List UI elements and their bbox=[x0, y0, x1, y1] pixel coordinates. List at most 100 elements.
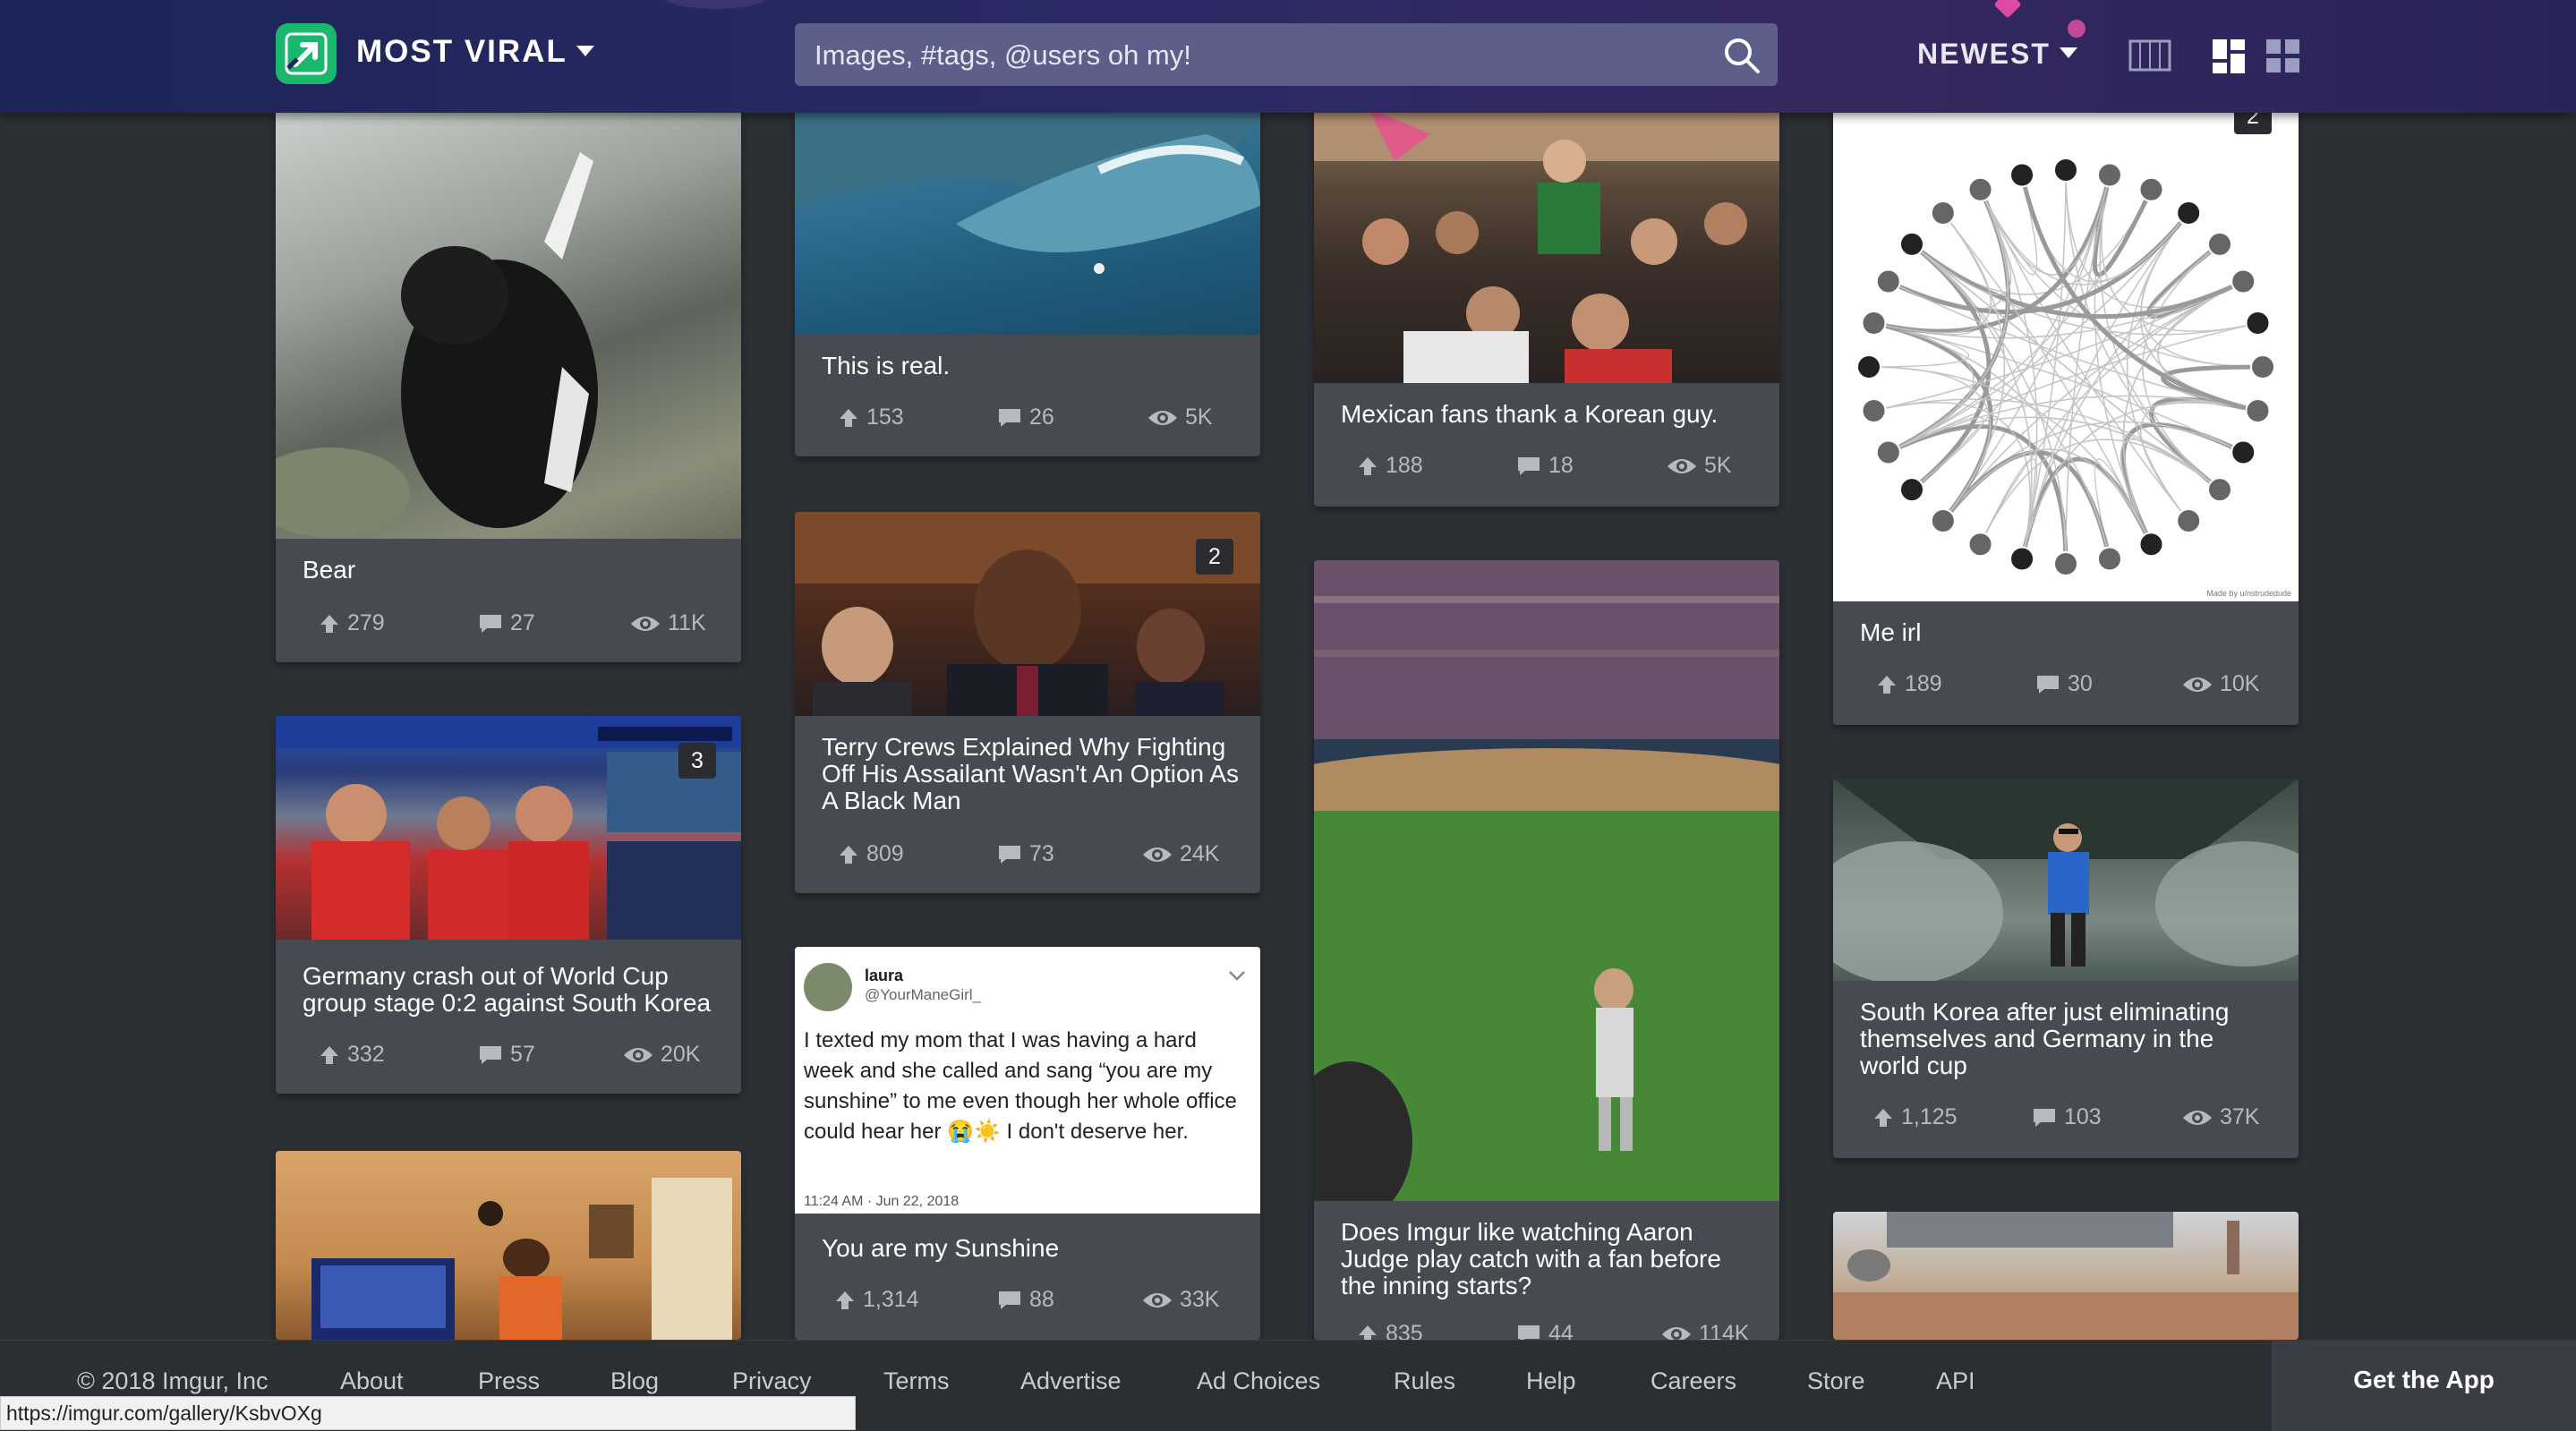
sort-dropdown[interactable]: NEWEST bbox=[1917, 38, 2077, 71]
post-card[interactable]: 3 Germany crash out of World Cup group s… bbox=[276, 716, 741, 1094]
upvote-stat[interactable]: 1,125 bbox=[1872, 1104, 1958, 1130]
imgur-logo[interactable] bbox=[276, 23, 337, 84]
tweet-handle: @YourManeGirl_ bbox=[865, 986, 982, 1003]
post-card[interactable]: laura @YourManeGirl_ I texted my mom tha… bbox=[795, 947, 1260, 1340]
chevron-down-icon bbox=[1229, 971, 1245, 981]
comment-count: 27 bbox=[510, 610, 535, 635]
post-title[interactable]: Me irl bbox=[1860, 619, 2277, 646]
search-input[interactable] bbox=[813, 23, 1676, 88]
network-node-avatar bbox=[1898, 231, 1924, 257]
section-title: MOST VIRAL bbox=[356, 34, 567, 69]
post-title[interactable]: Germany crash out of World Cup group sta… bbox=[303, 963, 720, 1017]
post-title[interactable]: Mexican fans thank a Korean guy. bbox=[1341, 401, 1758, 428]
post-thumbnail[interactable] bbox=[795, 512, 1260, 716]
footer-link-store[interactable]: Store bbox=[1807, 1367, 1865, 1395]
network-node-avatar bbox=[1930, 508, 1956, 534]
post-title[interactable]: You are my Sunshine bbox=[822, 1235, 1239, 1262]
post-stats: 188 18 5K bbox=[1314, 453, 1779, 485]
post-thumbnail[interactable] bbox=[1314, 560, 1779, 1201]
network-edge bbox=[1979, 175, 2111, 276]
post-card[interactable] bbox=[1833, 1212, 2299, 1340]
network-edge bbox=[1979, 280, 2244, 545]
post-title[interactable]: Bear bbox=[303, 557, 720, 583]
post-stats: 1,314 88 33K bbox=[795, 1287, 1260, 1319]
view-waterfall-icon[interactable] bbox=[2213, 39, 2247, 73]
upvote-arrow-icon bbox=[320, 1045, 338, 1064]
view-count: 11K bbox=[668, 610, 706, 635]
upvote-stat[interactable]: 189 bbox=[1876, 671, 1942, 697]
footer-link-advertise[interactable]: Advertise bbox=[1020, 1367, 1122, 1395]
post-card[interactable]: South Korea after just eliminating thems… bbox=[1833, 779, 2299, 1158]
bear-image bbox=[276, 152, 598, 537]
network-node-avatar bbox=[2231, 439, 2256, 465]
view-count: 5K bbox=[1185, 405, 1213, 430]
footer-link-ad-choices[interactable]: Ad Choices bbox=[1197, 1367, 1320, 1395]
eye-icon bbox=[1662, 1326, 1691, 1340]
post-title[interactable]: Does Imgur like watching Aaron Judge pla… bbox=[1341, 1219, 1758, 1299]
network-node-avatar bbox=[1861, 397, 1887, 423]
footer-link-terms[interactable]: Terms bbox=[883, 1367, 950, 1395]
comment-stat[interactable]: 88 bbox=[997, 1287, 1054, 1313]
post-thumbnail[interactable] bbox=[276, 716, 741, 940]
network-node-avatar bbox=[2245, 397, 2271, 423]
post-stats: 809 73 24K bbox=[795, 841, 1260, 873]
footer-link-about[interactable]: About bbox=[340, 1367, 404, 1395]
upvote-stat[interactable]: 188 bbox=[1357, 453, 1423, 479]
comment-stat[interactable]: 30 bbox=[2035, 671, 2093, 697]
post-card[interactable] bbox=[276, 1151, 741, 1340]
upvote-stat[interactable]: 153 bbox=[838, 405, 904, 430]
get-app-button[interactable]: Get the App bbox=[2272, 1341, 2576, 1431]
street-scene-image bbox=[1833, 1212, 2299, 1340]
footer-link-privacy[interactable]: Privacy bbox=[732, 1367, 812, 1395]
upvote-arrow-icon bbox=[1359, 1325, 1377, 1340]
network-node-avatar bbox=[1967, 176, 1993, 202]
post-thumbnail[interactable] bbox=[1314, 98, 1779, 383]
network-node-avatar bbox=[2138, 176, 2164, 202]
post-card[interactable]: Does Imgur like watching Aaron Judge pla… bbox=[1314, 560, 1779, 1340]
tweet-screenshot[interactable]: laura @YourManeGirl_ I texted my mom tha… bbox=[795, 947, 1260, 1214]
view-uniform-icon[interactable] bbox=[2128, 39, 2171, 72]
network-diagram-image bbox=[1856, 158, 2275, 576]
comment-stat[interactable]: 103 bbox=[2032, 1104, 2102, 1130]
post-card[interactable]: This is real. 153 26 5K bbox=[795, 98, 1260, 456]
upvote-stat[interactable]: 835 bbox=[1357, 1321, 1423, 1340]
post-thumbnail[interactable] bbox=[1833, 1212, 2299, 1340]
views-stat: 114K bbox=[1661, 1321, 1750, 1340]
search-icon[interactable] bbox=[1722, 36, 1761, 75]
comment-count: 57 bbox=[510, 1042, 535, 1067]
terry-crews-image bbox=[795, 512, 1260, 716]
post-title[interactable]: This is real. bbox=[822, 353, 1239, 379]
comment-stat[interactable]: 18 bbox=[1516, 453, 1574, 479]
post-card[interactable]: Bear 279 27 11K bbox=[276, 98, 741, 662]
post-thumbnail[interactable] bbox=[795, 98, 1260, 335]
section-dropdown[interactable]: MOST VIRAL bbox=[356, 34, 594, 70]
comment-stat[interactable]: 73 bbox=[997, 841, 1054, 867]
footer-link-rules[interactable]: Rules bbox=[1394, 1367, 1455, 1395]
footer-link-press[interactable]: Press bbox=[478, 1367, 540, 1395]
post-thumbnail[interactable] bbox=[276, 98, 741, 539]
post-thumbnail[interactable] bbox=[1833, 779, 2299, 981]
post-thumbnail[interactable]: Made by u/nstrudedude bbox=[1833, 98, 2299, 601]
comment-stat[interactable]: 27 bbox=[478, 610, 535, 636]
post-card[interactable]: 2 Terry Crews Explained Why Fighting Off… bbox=[795, 512, 1260, 893]
footer-link-help[interactable]: Help bbox=[1526, 1367, 1576, 1395]
post-title[interactable]: Terry Crews Explained Why Fighting Off H… bbox=[822, 734, 1239, 814]
footer-link-careers[interactable]: Careers bbox=[1651, 1367, 1736, 1395]
upvote-stat[interactable]: 279 bbox=[319, 610, 385, 636]
footer-link-api[interactable]: API bbox=[1936, 1367, 1975, 1395]
post-title[interactable]: South Korea after just eliminating thems… bbox=[1860, 999, 2277, 1079]
upvote-stat[interactable]: 1,314 bbox=[834, 1287, 919, 1313]
post-thumbnail[interactable] bbox=[276, 1151, 741, 1340]
view-grid-icon[interactable] bbox=[2266, 39, 2300, 73]
post-card[interactable]: Mexican fans thank a Korean guy. 188 18 … bbox=[1314, 98, 1779, 507]
upvote-stat[interactable]: 809 bbox=[838, 841, 904, 867]
comment-stat[interactable]: 26 bbox=[997, 405, 1054, 430]
upvote-count: 1,125 bbox=[1901, 1104, 1958, 1129]
comment-stat[interactable]: 44 bbox=[1516, 1321, 1574, 1340]
comment-bubble-icon bbox=[480, 614, 501, 633]
comment-stat[interactable]: 57 bbox=[478, 1042, 535, 1068]
upvote-stat[interactable]: 332 bbox=[319, 1042, 385, 1068]
footer-link-blog[interactable]: Blog bbox=[610, 1367, 659, 1395]
post-card[interactable]: Made by u/nstrudedude 2 Me irl 189 30 10… bbox=[1833, 98, 2299, 725]
comment-bubble-icon bbox=[999, 1290, 1020, 1309]
